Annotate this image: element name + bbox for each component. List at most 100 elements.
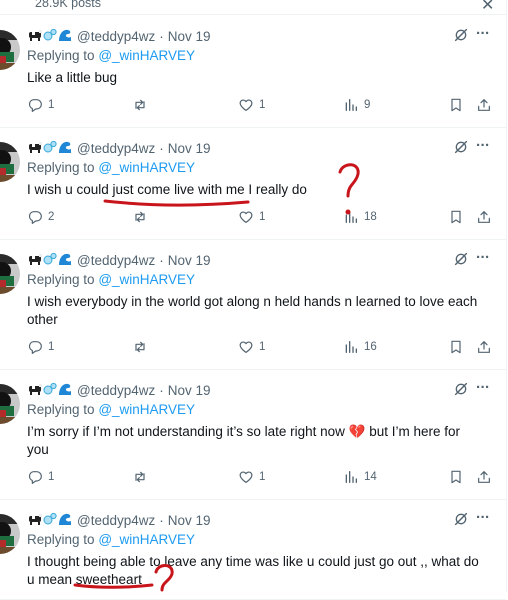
like-button[interactable]: 1 bbox=[238, 97, 265, 113]
reply-count: 1 bbox=[48, 341, 55, 353]
mention-link[interactable]: @_winHARVEY bbox=[98, 48, 195, 63]
separator-dot: · bbox=[159, 512, 164, 528]
reply-button[interactable]: 2 bbox=[27, 209, 54, 225]
replying-to-label: Replying to bbox=[27, 272, 95, 287]
tweet-date[interactable]: Nov 19 bbox=[168, 513, 211, 528]
separator-dot: · bbox=[159, 28, 164, 44]
share-icon bbox=[476, 339, 492, 355]
tweet-text-line: you bbox=[27, 442, 49, 457]
avatar[interactable] bbox=[0, 514, 20, 554]
display-name-emojis[interactable] bbox=[28, 512, 72, 529]
tweet-actions: 2 1 18 bbox=[0, 209, 506, 227]
like-icon bbox=[238, 339, 254, 355]
wave-icon bbox=[58, 512, 72, 529]
tweet-author-line: @teddyp4wz · Nov 19 bbox=[28, 511, 211, 529]
grok-icon[interactable] bbox=[453, 511, 469, 527]
more-icon[interactable]: ··· bbox=[476, 379, 494, 397]
display-name-emojis[interactable] bbox=[28, 28, 72, 45]
avatar[interactable] bbox=[0, 30, 20, 70]
bookmark-button[interactable] bbox=[448, 339, 464, 355]
like-button[interactable]: 1 bbox=[238, 339, 265, 355]
views-button[interactable]: 16 bbox=[343, 339, 377, 355]
tweet-date[interactable]: Nov 19 bbox=[168, 383, 211, 398]
bookmark-icon bbox=[448, 469, 464, 485]
views-button[interactable]: 14 bbox=[343, 469, 377, 485]
views-button[interactable]: 18 bbox=[343, 209, 377, 225]
author-handle[interactable]: @teddyp4wz bbox=[77, 141, 155, 156]
bookmark-button[interactable] bbox=[448, 469, 464, 485]
share-button[interactable] bbox=[476, 469, 492, 485]
wave-icon bbox=[58, 382, 72, 399]
bubbles-icon bbox=[43, 28, 57, 45]
display-name-emojis[interactable] bbox=[28, 382, 72, 399]
author-handle[interactable]: @teddyp4wz bbox=[77, 513, 155, 528]
tweet-text: I wish everybody in the world got along … bbox=[27, 293, 489, 329]
repost-button[interactable] bbox=[132, 97, 153, 113]
tweet-date[interactable]: Nov 19 bbox=[168, 141, 211, 156]
tweet[interactable]: @teddyp4wz · Nov 19 ··· Replying to @_winHAR… bbox=[0, 239, 506, 370]
display-name-emojis[interactable] bbox=[28, 140, 72, 157]
bubbles-icon bbox=[43, 140, 57, 157]
like-button[interactable]: 1 bbox=[238, 209, 265, 225]
share-button[interactable] bbox=[476, 339, 492, 355]
replying-to-label: Replying to bbox=[27, 532, 95, 547]
reply-button[interactable]: 1 bbox=[27, 97, 54, 113]
tweet-text-line: I thought being able to leave any time w… bbox=[27, 554, 479, 569]
separator-dot: · bbox=[159, 140, 164, 156]
author-handle[interactable]: @teddyp4wz bbox=[77, 383, 155, 398]
views-count: 9 bbox=[364, 99, 371, 111]
share-button[interactable] bbox=[476, 209, 492, 225]
repost-button[interactable] bbox=[132, 339, 153, 355]
repost-button[interactable] bbox=[132, 469, 153, 485]
mention-link[interactable]: @_winHARVEY bbox=[98, 402, 195, 417]
author-handle[interactable]: @teddyp4wz bbox=[77, 253, 155, 268]
avatar[interactable] bbox=[0, 254, 20, 294]
like-count: 1 bbox=[259, 211, 266, 223]
bubbles-icon bbox=[43, 382, 57, 399]
bookmark-icon bbox=[448, 339, 464, 355]
more-icon[interactable]: ··· bbox=[476, 249, 494, 267]
separator-dot: · bbox=[159, 382, 164, 398]
mention-link[interactable]: @_winHARVEY bbox=[98, 532, 195, 547]
avatar[interactable] bbox=[0, 384, 20, 424]
avatar[interactable] bbox=[0, 142, 20, 182]
more-icon[interactable]: ··· bbox=[476, 137, 494, 155]
share-button[interactable] bbox=[476, 97, 492, 113]
bookmark-button[interactable] bbox=[448, 97, 464, 113]
bookmark-button[interactable] bbox=[448, 209, 464, 225]
mention-link[interactable]: @_winHARVEY bbox=[98, 160, 195, 175]
tweet-date[interactable]: Nov 19 bbox=[168, 29, 211, 44]
tweet[interactable]: @teddyp4wz · Nov 19 ··· Replying to @_winHAR… bbox=[0, 369, 506, 500]
share-icon bbox=[476, 97, 492, 113]
reply-button[interactable]: 1 bbox=[27, 469, 54, 485]
views-button[interactable]: 9 bbox=[343, 97, 370, 113]
grok-icon[interactable] bbox=[453, 27, 469, 43]
display-name-emojis[interactable] bbox=[28, 252, 72, 269]
mention-link[interactable]: @_winHARVEY bbox=[98, 272, 195, 287]
grok-icon[interactable] bbox=[453, 251, 469, 267]
tweet-date[interactable]: Nov 19 bbox=[168, 253, 211, 268]
more-icon[interactable]: ··· bbox=[476, 509, 494, 527]
tweet-text-line: other bbox=[27, 312, 58, 327]
wave-icon bbox=[58, 28, 72, 45]
views-icon bbox=[343, 339, 359, 355]
tweet-text: I’m sorry if I’m not understanding it’s … bbox=[27, 423, 489, 459]
tweet[interactable]: @teddyp4wz · Nov 19 ··· Replying to @_winHAR… bbox=[0, 15, 506, 128]
tweet-text: Like a little bug bbox=[27, 69, 489, 87]
like-button[interactable]: 1 bbox=[238, 469, 265, 485]
share-icon bbox=[476, 469, 492, 485]
tweet[interactable]: @teddyp4wz · Nov 19 ··· Replying to @_winHAR… bbox=[0, 127, 506, 240]
tweet[interactable]: @teddyp4wz · Nov 19 ··· Replying to @_winHAR… bbox=[0, 499, 506, 600]
reply-button[interactable]: 1 bbox=[27, 339, 54, 355]
reply-count: 1 bbox=[48, 99, 55, 111]
grok-icon[interactable] bbox=[453, 139, 469, 155]
repost-icon bbox=[132, 339, 148, 355]
cow-icon bbox=[28, 383, 42, 398]
grok-icon[interactable] bbox=[453, 381, 469, 397]
author-handle[interactable]: @teddyp4wz bbox=[77, 29, 155, 44]
replying-to: Replying to @_winHARVEY bbox=[27, 532, 195, 547]
repost-button[interactable] bbox=[132, 209, 153, 225]
close-icon[interactable]: ✕ bbox=[481, 0, 494, 14]
tweet-author-line: @teddyp4wz · Nov 19 bbox=[28, 27, 211, 45]
more-icon[interactable]: ··· bbox=[476, 25, 494, 43]
